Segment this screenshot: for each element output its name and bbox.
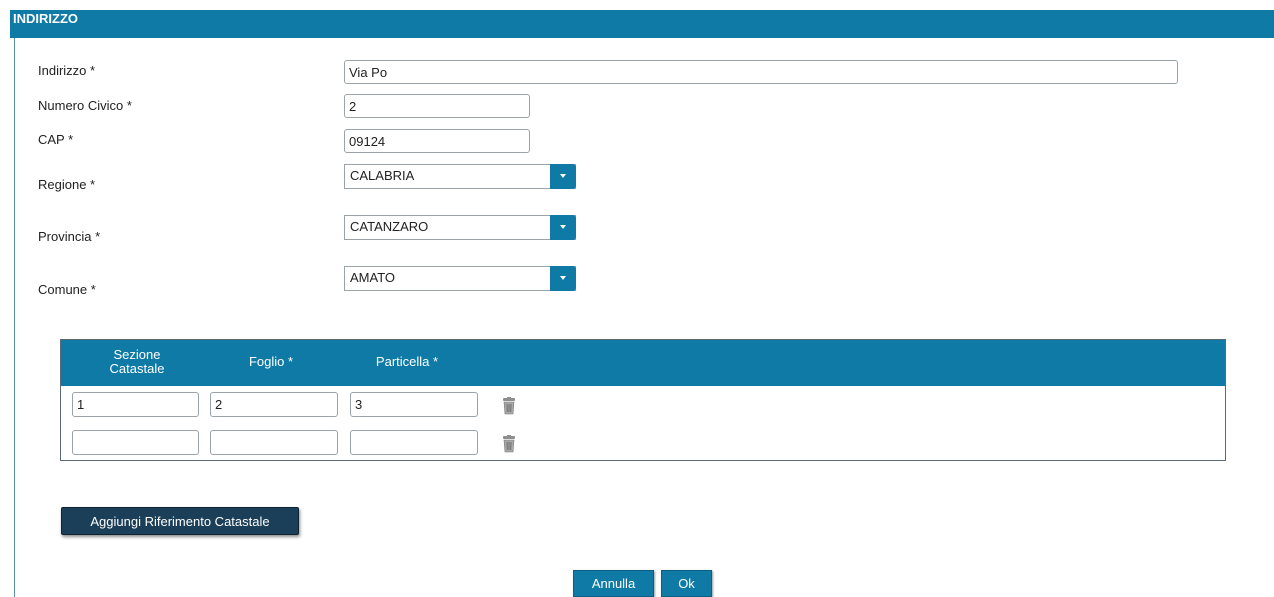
column-header-sezione-line2: Catastale xyxy=(109,361,165,376)
provincia-selected-value: CATANZARO xyxy=(350,219,429,234)
cancel-button[interactable]: Annulla xyxy=(573,570,654,597)
trash-icon[interactable] xyxy=(501,435,517,453)
foglio-input[interactable] xyxy=(210,430,338,455)
sezione-input[interactable] xyxy=(72,392,199,417)
particella-input[interactable] xyxy=(350,392,478,417)
cap-label: CAP * xyxy=(38,132,74,147)
particella-input[interactable] xyxy=(350,430,478,455)
numero-civico-label: Numero Civico * xyxy=(38,98,132,113)
regione-select[interactable]: CALABRIA xyxy=(344,164,576,189)
catasto-table-header: Sezione Catastale Foglio * Particella * xyxy=(61,340,1225,386)
regione-selected-value: CALABRIA xyxy=(350,168,415,183)
provincia-select[interactable]: CATANZARO xyxy=(344,215,576,240)
regione-dropdown-button[interactable] xyxy=(550,164,576,189)
chevron-down-icon xyxy=(560,174,566,178)
column-header-sezione: Sezione Catastale xyxy=(97,348,177,376)
indirizzo-label: Indirizzo * xyxy=(38,63,96,78)
section-header: INDIRIZZO xyxy=(10,10,1274,38)
chevron-down-icon xyxy=(560,225,566,229)
column-header-foglio: Foglio * xyxy=(248,354,294,369)
regione-label: Regione * xyxy=(38,177,96,192)
chevron-down-icon xyxy=(560,276,566,280)
add-cadastral-reference-button[interactable]: Aggiungi Riferimento Catastale xyxy=(61,507,299,535)
section-title: INDIRIZZO xyxy=(13,11,78,26)
column-header-sezione-line1: Sezione xyxy=(113,347,161,362)
ok-button[interactable]: Ok xyxy=(661,570,712,597)
comune-dropdown-button[interactable] xyxy=(550,266,576,291)
comune-selected-value: AMATO xyxy=(350,270,396,285)
comune-label: Comune * xyxy=(38,282,96,297)
sezione-input[interactable] xyxy=(72,430,199,455)
numero-civico-input[interactable] xyxy=(344,94,530,118)
cap-input[interactable] xyxy=(344,129,530,153)
foglio-input[interactable] xyxy=(210,392,338,417)
provincia-dropdown-button[interactable] xyxy=(550,215,576,240)
provincia-label: Provincia * xyxy=(38,229,101,244)
comune-select[interactable]: AMATO xyxy=(344,266,576,291)
column-header-particella: Particella * xyxy=(375,354,439,369)
trash-icon[interactable] xyxy=(501,397,517,415)
catasto-table: Sezione Catastale Foglio * Particella * xyxy=(60,339,1226,461)
indirizzo-input[interactable] xyxy=(344,60,1178,84)
